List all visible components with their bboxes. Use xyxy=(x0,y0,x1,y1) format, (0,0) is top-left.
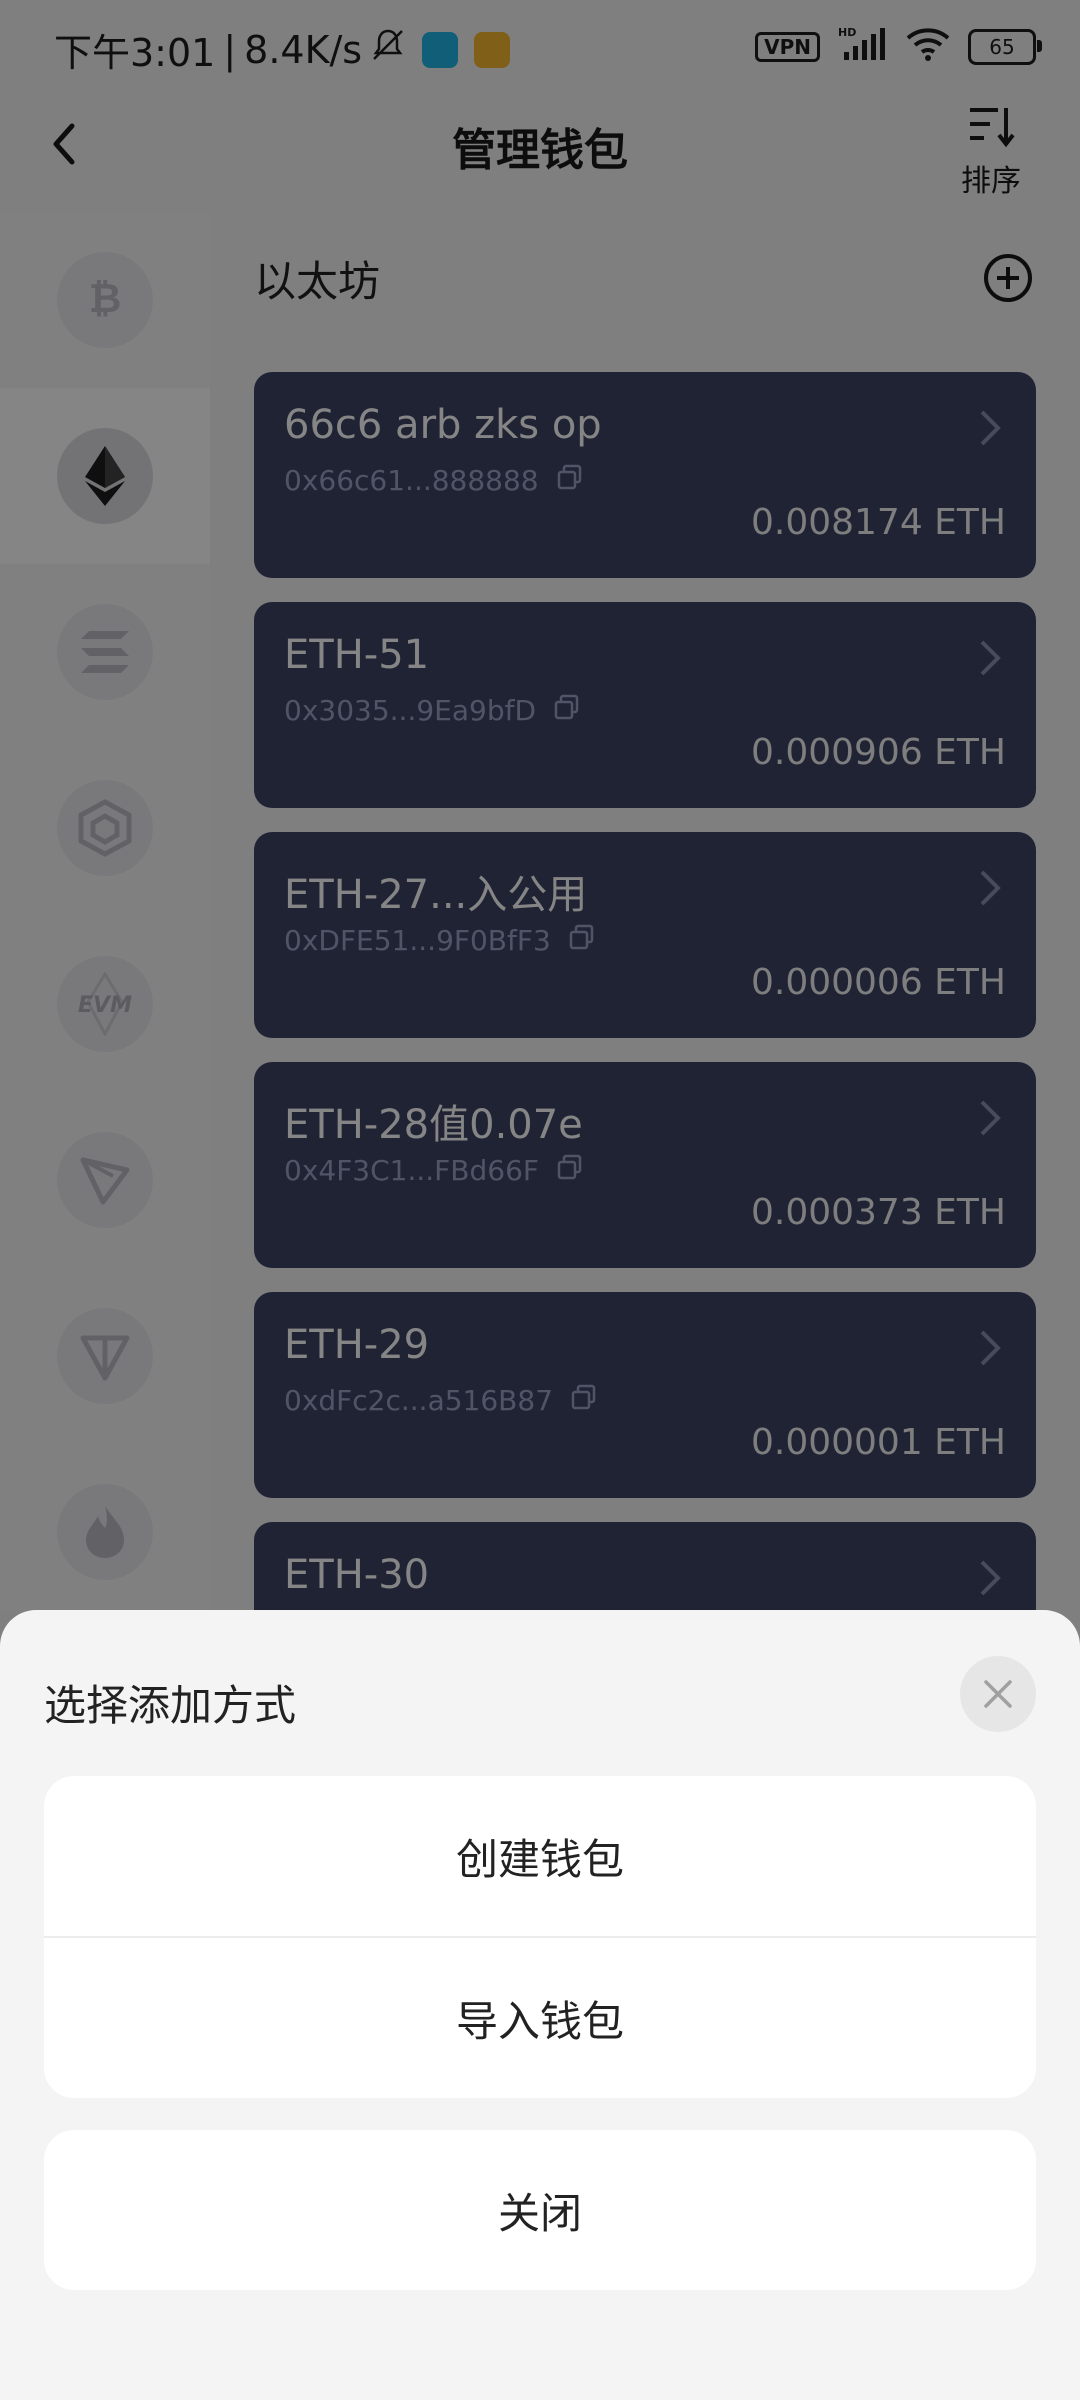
sheet-title: 选择添加方式 xyxy=(44,1681,297,1730)
create-wallet-option[interactable]: 创建钱包 xyxy=(44,1776,1036,1936)
import-wallet-option[interactable]: 导入钱包 xyxy=(44,1936,1036,2098)
sheet-close-button[interactable] xyxy=(960,1656,1036,1732)
screen: 下午3:01 | 8.4K/s VPN HD 65 管理钱包 排序 ₿ EVM … xyxy=(0,0,1080,2400)
close-icon xyxy=(984,1680,1012,1708)
add-method-sheet: 选择添加方式 创建钱包 导入钱包 关闭 xyxy=(0,1610,1080,2400)
option-group: 创建钱包 导入钱包 xyxy=(44,1776,1036,2098)
close-button[interactable]: 关闭 xyxy=(44,2130,1036,2290)
